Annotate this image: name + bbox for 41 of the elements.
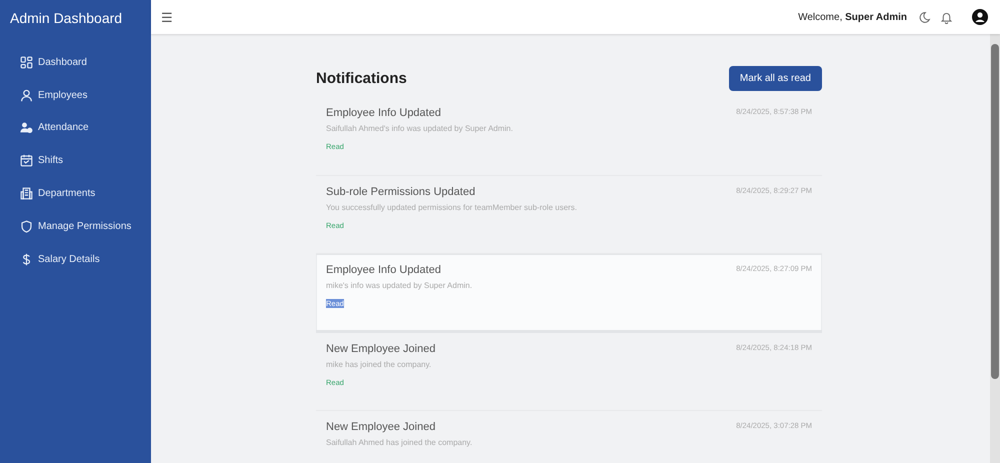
welcome-text: Welcome, Super Admin	[798, 12, 907, 22]
sidebar-item-label: Employees	[38, 90, 88, 101]
building-icon	[20, 188, 32, 200]
notification-message: Saifullah Ahmed has joined the company.	[326, 438, 472, 447]
notification-message: Saifullah Ahmed's info was updated by Super Admin.	[326, 124, 513, 133]
sidebar-item-label: Salary Details	[38, 254, 100, 265]
sidebar-item[interactable]: Departments	[0, 177, 151, 210]
notification-message: You successfully updated permissions for teamMember sub-role users.	[326, 202, 577, 212]
moon-icon[interactable]	[918, 10, 931, 24]
calendar-icon	[20, 154, 32, 167]
sidebar-item[interactable]: Salary Details	[0, 242, 151, 276]
sidebar-item-label: Manage Permissions	[38, 220, 132, 232]
sidebar-item[interactable]: Shifts	[0, 144, 151, 178]
shield-icon	[21, 220, 32, 232]
avatar-icon[interactable]	[972, 9, 988, 25]
app-title: Admin Dashboard	[9, 10, 124, 28]
grid-icon	[20, 56, 32, 68]
notification-message: mike has joined the company.	[326, 360, 432, 368]
sidebar-item[interactable]: Attendance	[0, 112, 151, 144]
sidebar-item-label: Shifts	[38, 155, 64, 166]
notification-title: Sub-role Permissions Updated	[326, 186, 476, 198]
dollar-icon	[22, 252, 30, 266]
sidebar-item-label: Attendance	[38, 122, 89, 134]
scrollbar[interactable]	[990, 34, 1000, 463]
notification-message: mike's info was updated by Super Admin.	[326, 281, 472, 290]
menu-button[interactable]: ☰	[161, 10, 173, 24]
sidebar-item-label: Departments	[38, 188, 96, 200]
bell-icon[interactable]	[940, 10, 953, 24]
notification-title: New Employee Joined	[326, 421, 436, 433]
page-title: Notifications	[316, 70, 407, 87]
notification-title: Employee Info Updated	[326, 264, 442, 276]
user-clock-icon	[20, 123, 32, 134]
notification-title: New Employee Joined	[326, 342, 436, 354]
notification-title: Employee Info Updated	[326, 107, 442, 119]
sidebar-item[interactable]: Employees	[0, 78, 151, 112]
scrollbar-thumb[interactable]	[991, 44, 999, 379]
sidebar-item-label: Dashboard	[38, 56, 87, 68]
sidebar-item[interactable]: Manage Permissions	[0, 210, 151, 243]
mark-all-read-button[interactable]: Mark all as read	[728, 66, 822, 91]
sidebar-item[interactable]: Dashboard	[0, 46, 151, 79]
user-icon	[21, 90, 32, 101]
